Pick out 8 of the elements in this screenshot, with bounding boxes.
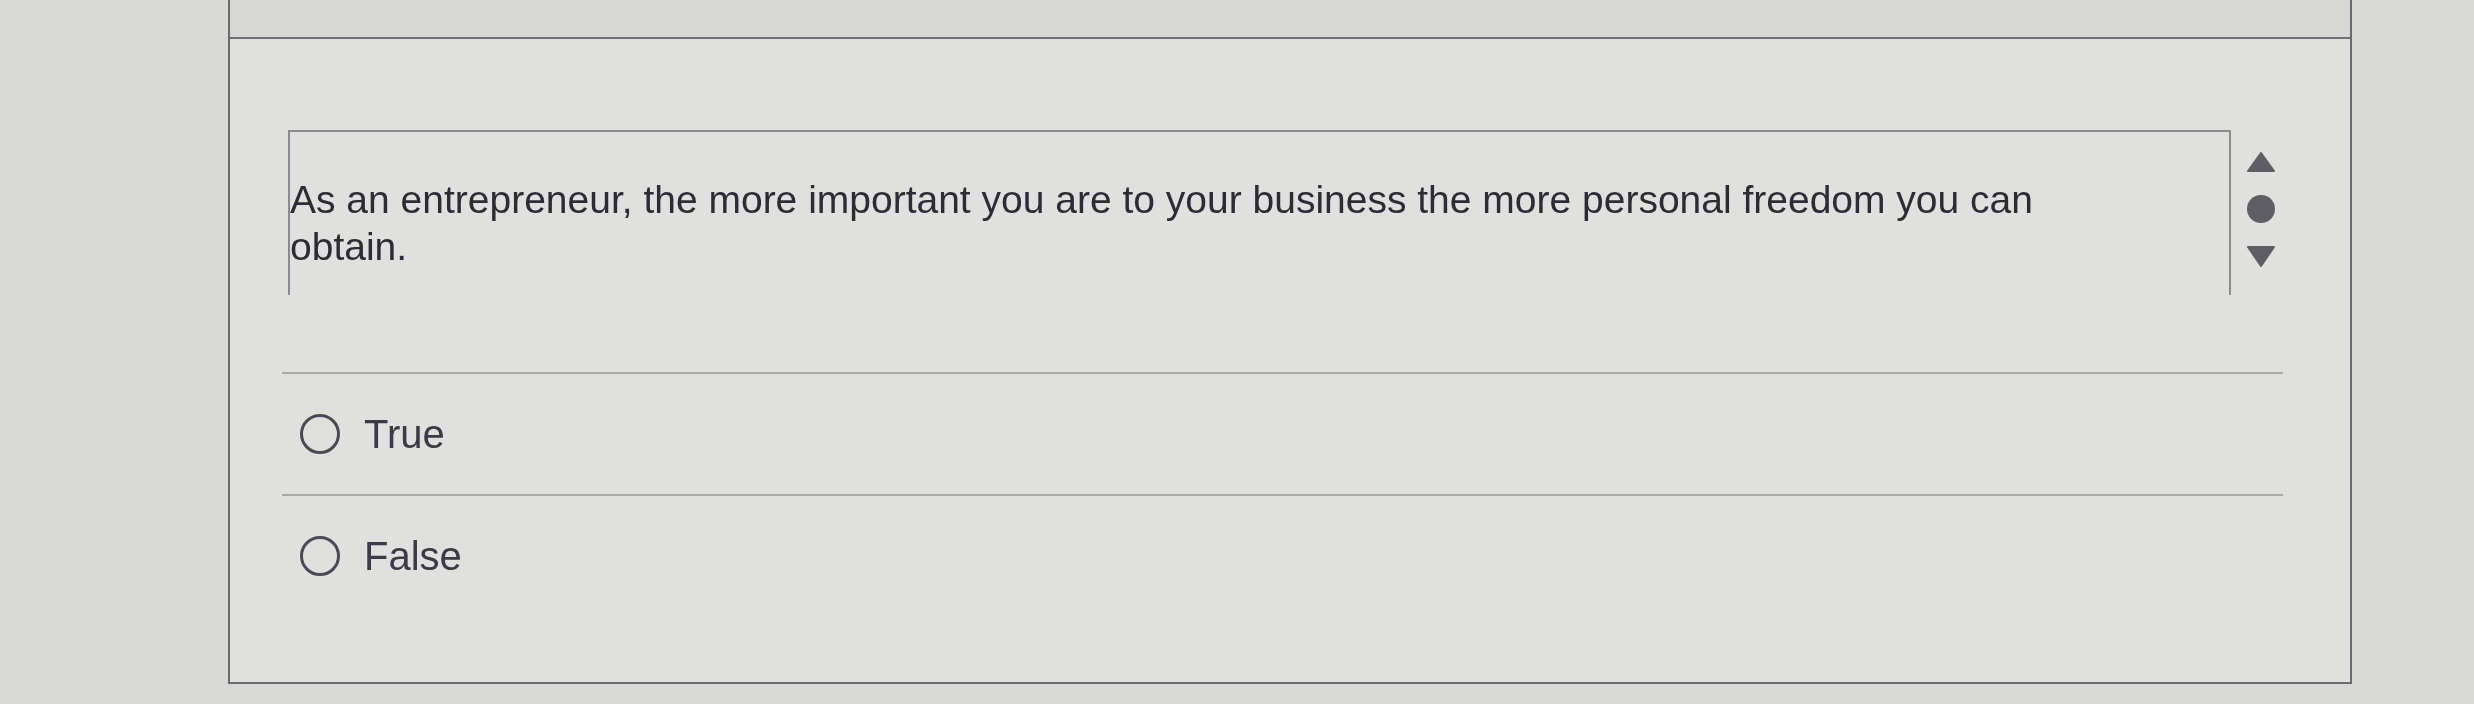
scroll-down-icon[interactable] <box>2247 246 2275 267</box>
radio-button[interactable] <box>300 414 340 454</box>
option-label[interactable]: False <box>364 533 462 579</box>
option-label[interactable]: True <box>364 411 445 457</box>
scroll-up-icon[interactable] <box>2247 152 2275 172</box>
circle-icon[interactable] <box>2247 195 2275 223</box>
radio-button[interactable] <box>300 536 340 576</box>
question-text: As an entrepreneur, the more important you are to your business the more personal freedom you can obtain. <box>290 177 2034 270</box>
